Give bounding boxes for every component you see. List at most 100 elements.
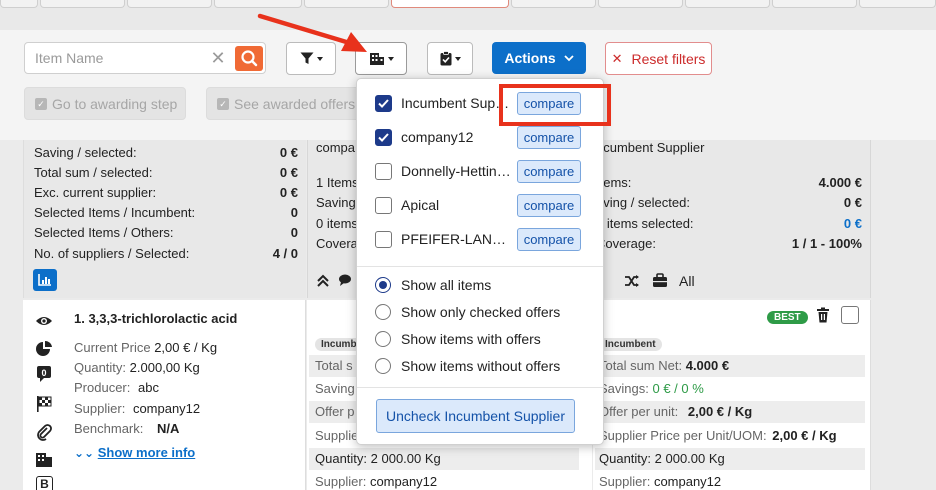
offer-supplier: Supplier: company12	[315, 474, 437, 489]
supplier-option-incumbent[interactable]: Incumbent Supplier	[375, 90, 516, 116]
column-row-value: 0 €	[843, 216, 862, 231]
item-field-value: 2.000,00 Kg	[129, 360, 200, 375]
supplier-option-apical[interactable]: Apical	[375, 192, 516, 218]
offer-line: Supplie	[315, 428, 359, 443]
summary-value: 4 / 0	[272, 246, 298, 261]
top-tab-active[interactable]	[391, 0, 509, 8]
supplier-option-company12[interactable]: company12	[375, 124, 516, 150]
all-toggle[interactable]: All	[679, 273, 695, 289]
bar-chart-icon	[38, 274, 51, 286]
see-awarded-offers-button[interactable]: ✓ See awarded offers	[206, 87, 366, 120]
summary-value: 0	[290, 205, 298, 220]
comment-count-icon[interactable]: 0	[35, 365, 53, 383]
item-field-label: Benchmark:	[74, 421, 144, 436]
reset-filters-label: Reset filters	[631, 50, 706, 67]
checklist-filter-button[interactable]	[427, 42, 473, 75]
summary-row: Selected Items / Incumbent: 0	[34, 205, 298, 225]
radio-button[interactable]	[375, 304, 391, 320]
offer-supplier-price-label: Supplier Price per Unit/UOM:	[599, 428, 767, 443]
top-tab[interactable]	[0, 0, 38, 8]
trash-icon[interactable]	[816, 307, 830, 323]
offer-checkbox[interactable]	[841, 306, 859, 324]
offer-total-label: Total sum Net:	[599, 358, 683, 373]
paperclip-icon[interactable]	[35, 423, 53, 441]
top-tab[interactable]	[859, 0, 936, 8]
incumbent-tag: Incumbent	[599, 335, 662, 351]
supplier-checkbox[interactable]	[375, 230, 392, 248]
briefcase-icon[interactable]	[652, 273, 668, 288]
column-row-label: Coverage:	[596, 236, 656, 251]
offer-supplier-price-value: 2,00 € / Kg	[772, 428, 837, 443]
benchmark-badge[interactable]: B	[36, 476, 53, 490]
summary-value: 0 €	[279, 165, 298, 180]
summary-row: Selected Items / Others: 0	[34, 225, 298, 245]
item-field: Producer: abc	[74, 380, 159, 395]
uncheck-incumbent-button[interactable]: Uncheck Incumbent Supplier	[376, 399, 575, 433]
comments-icon[interactable]	[338, 273, 354, 287]
summary-label: Exc. current supplier:	[34, 185, 157, 200]
filter-option-checked-offers[interactable]: Show only checked offers	[375, 299, 560, 325]
top-tab[interactable]	[772, 0, 857, 8]
item-field: Supplier: company12	[74, 401, 200, 416]
supplier-label: Apical	[401, 197, 440, 213]
offer-card-incumbent: BEST Incumbent Total sum Net: 4.000 € Sa…	[593, 300, 871, 490]
offer-supplier-label: Supplier:	[599, 474, 651, 489]
top-tab[interactable]	[214, 0, 302, 8]
go-to-awarding-button[interactable]: ✓ Go to awarding step	[24, 87, 186, 120]
filter-option-label: Show items without offers	[401, 358, 561, 374]
top-tab[interactable]	[304, 0, 389, 8]
summary-value: 0 €	[279, 185, 298, 200]
top-tab[interactable]	[127, 0, 212, 8]
top-tab[interactable]	[511, 0, 596, 8]
compare-button[interactable]: compare	[517, 160, 581, 183]
supplier-option-pfeifer-langen[interactable]: PFEIFER-LANGEN	[375, 226, 516, 252]
supplier-checkbox[interactable]	[375, 196, 392, 214]
search-input[interactable]	[35, 49, 205, 67]
pie-chart-icon[interactable]	[35, 340, 53, 358]
radio-button[interactable]	[375, 277, 391, 293]
top-tab[interactable]	[685, 0, 770, 8]
offer-supplier-price: Supplier Price per Unit/UOM: 2,00 € / Kg	[599, 428, 837, 443]
radio-button[interactable]	[375, 331, 391, 347]
item-field-label: Quantity:	[74, 360, 127, 375]
supplier-label: Donnelly-Hettinger	[401, 163, 516, 179]
supplier-option-donnelly-hettinger[interactable]: Donnelly-Hettinger	[375, 158, 516, 184]
compare-button[interactable]: compare	[517, 194, 581, 217]
shuffle-icon[interactable]	[624, 274, 640, 288]
column-header: ncumbent Supplier	[596, 140, 705, 155]
chart-button[interactable]	[33, 269, 57, 291]
flag-checkered-icon[interactable]	[35, 395, 53, 413]
item-field: Benchmark: N/A	[74, 421, 179, 436]
top-tab[interactable]	[40, 0, 125, 8]
compare-button[interactable]: compare	[517, 126, 581, 149]
offer-supplier-label: Supplier:	[315, 474, 367, 489]
reset-filters-button[interactable]: ✕ Reset filters	[605, 42, 712, 75]
eye-icon[interactable]	[35, 312, 53, 330]
radio-button[interactable]	[375, 358, 391, 374]
close-icon: ✕	[611, 50, 623, 66]
column-row: Coverage: 1 / 1 - 100%	[596, 236, 862, 251]
clear-icon[interactable]: ✕	[209, 49, 227, 67]
collapse-up-icon[interactable]	[316, 274, 330, 288]
actions-button[interactable]: Actions	[492, 42, 586, 74]
summary-label: No. of suppliers / Selected:	[34, 246, 190, 261]
checkbox-icon: ✓	[217, 97, 229, 110]
supplier-checkbox[interactable]	[375, 94, 392, 112]
supplier-column-incumbent: ncumbent Supplier Items: 4.000 € aving / …	[593, 140, 871, 298]
chevron-down-icon	[454, 56, 461, 61]
top-tab[interactable]	[598, 0, 683, 8]
compare-button[interactable]: compare	[517, 228, 581, 251]
filter-option-all-items[interactable]: Show all items	[375, 272, 491, 298]
item-field: Quantity: 2.000,00 Kg	[74, 360, 200, 375]
offer-line: Saving	[315, 381, 355, 396]
incumbent-tag-label: Incumbent	[599, 338, 662, 351]
filter-option-without-offers[interactable]: Show items without offers	[375, 353, 560, 379]
svg-text:0: 0	[41, 368, 46, 378]
summary-label: Selected Items / Others:	[34, 225, 174, 240]
supplier-checkbox[interactable]	[375, 162, 392, 180]
show-more-link[interactable]: ⌄⌄ Show more info	[74, 445, 195, 460]
offer-savings: Savings: 0 € / 0 %	[599, 381, 704, 396]
supplier-checkbox[interactable]	[375, 128, 392, 146]
building-icon[interactable]	[35, 450, 53, 468]
filter-option-with-offers[interactable]: Show items with offers	[375, 326, 541, 352]
